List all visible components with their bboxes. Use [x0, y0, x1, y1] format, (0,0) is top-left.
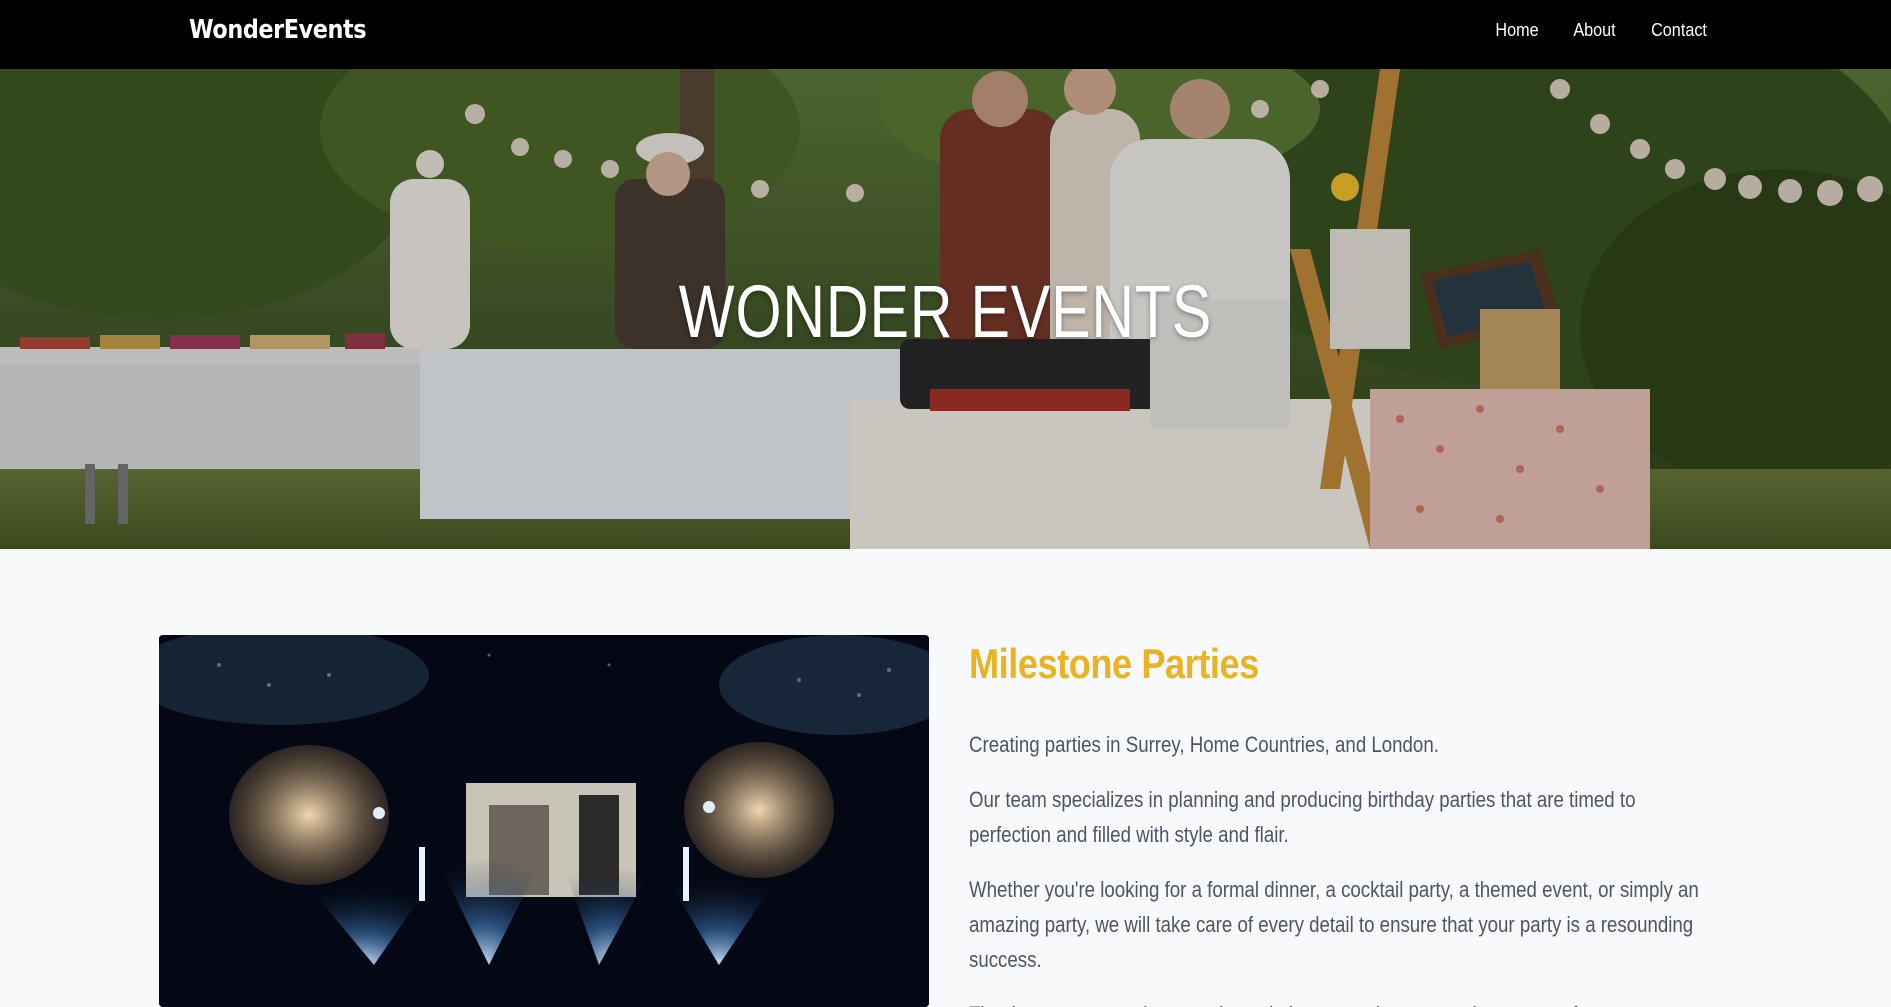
paragraph-1: Creating parties in Surrey, Home Countri…: [969, 732, 1439, 757]
brand-logo[interactable]: WonderEvents: [189, 0, 367, 69]
feature-image: [159, 635, 929, 1007]
nav-link-home[interactable]: Home: [1495, 20, 1538, 41]
hero-title: WONDER EVENTS: [678, 270, 1213, 353]
milestone-section: Milestone Parties Creating parties in Su…: [0, 549, 1891, 1007]
milestone-text: Milestone Parties Creating parties in Su…: [969, 635, 1729, 1007]
paragraph-2: Our team specializes in planning and pro…: [969, 787, 1636, 847]
nav-link-contact[interactable]: Contact: [1651, 20, 1707, 41]
nav-link-about[interactable]: About: [1573, 20, 1615, 41]
navbar: WonderEvents Home About Contact: [0, 0, 1891, 69]
hero-banner: WONDER EVENTS: [0, 69, 1891, 549]
section-title: Milestone Parties: [969, 640, 1259, 687]
paragraph-4: Thanks to our extensive experience in lu…: [969, 997, 1699, 1007]
paragraph-3: Whether you're looking for a formal dinn…: [969, 877, 1699, 972]
nav-links: Home About Contact: [1463, 0, 1710, 61]
stage-photo: [159, 635, 929, 1007]
